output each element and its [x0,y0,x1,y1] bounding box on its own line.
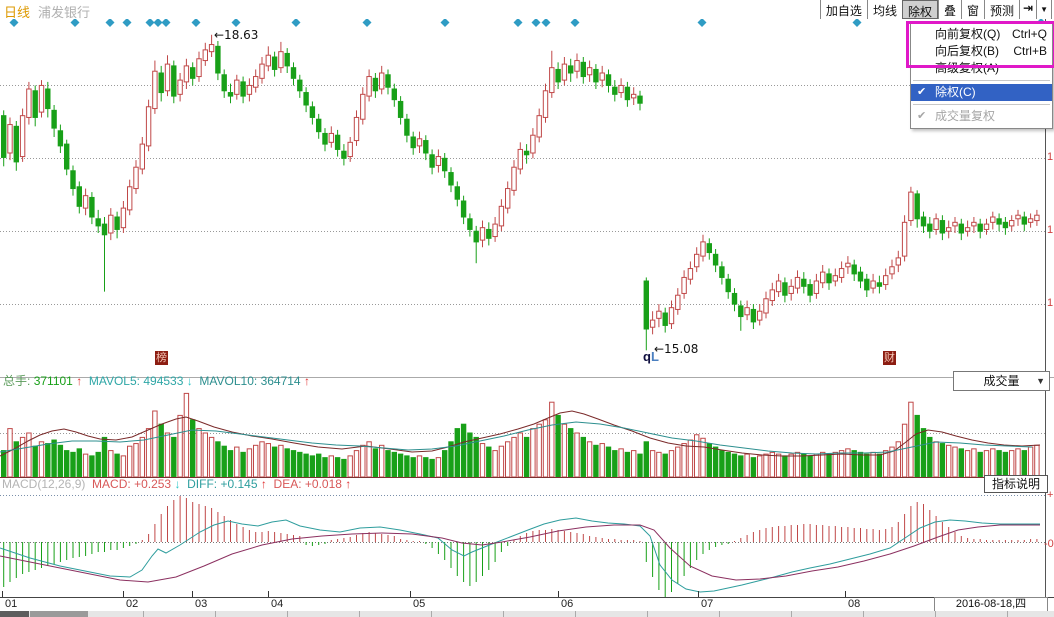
window-button[interactable]: 窗 [961,0,984,19]
chevron-down-icon: ▼ [1036,372,1045,390]
macd-value: +0.253 [134,477,171,491]
mavol5-value: 494533 [143,374,183,388]
macd-params-label: MACD(12,26,9) [2,477,85,491]
month-label-03: 03 [195,598,207,610]
top-bar: 日线 浦发银行 加自选 均线 除权 叠 窗 预测 ⇥ ▼ [0,0,1054,19]
indicator-help-button[interactable]: 指标说明 [984,475,1048,493]
menu-item-label: 成交量复权 [935,109,995,123]
month-label-07: 07 [701,598,713,610]
high-price-annotation: ←18.63 [214,28,258,42]
axis-edge-label: -0 [1044,538,1054,550]
macd-pane-header: MACD(12,26,9) MACD: +0.253 ↓ DIFF: +0.14… [2,477,351,491]
volume-bars [0,393,1045,477]
ma-line-button[interactable]: 均线 [867,0,902,19]
dea-value: +0.018 [305,477,342,491]
total-lots-value: 371101 [34,374,73,388]
pane-borders [0,18,1054,597]
time-axis: 2016-08-18,四 01 02 03 04 05 06 07 08 [0,597,1054,611]
menu-item-no-adjust[interactable]: ✔ 除权(C) [911,84,1052,101]
macd-histogram [4,496,1037,597]
stock-app-window: 日线 浦发银行 加自选 均线 除权 叠 窗 预测 ⇥ ▼ 总手: 371101 … [0,0,1054,617]
mavol10-label: MAVOL10: [199,374,257,388]
horizontal-scrollbar[interactable] [0,611,1054,617]
volume-indicator-dropdown[interactable]: 成交量 ▼ [953,371,1050,391]
down-arrow-icon: ↓ [187,374,193,388]
add-watchlist-button[interactable]: 加自选 [820,0,867,19]
menu-item-shortcut: Ctrl+Q [1012,26,1047,43]
checkmark-icon: ✔ [917,108,926,125]
month-label-04: 04 [271,598,283,610]
menu-item-volume-adjust[interactable]: ✔ 成交量复权 [911,108,1052,125]
menu-item-backward-adjust[interactable]: 向后复权(B) Ctrl+B [911,43,1052,60]
axis-edge-label: 1 [1047,151,1053,163]
month-label-06: 06 [561,598,573,610]
event-marker-财[interactable]: 财 [883,351,896,365]
axis-edge-label: 1 [1047,297,1053,309]
exright-button[interactable]: 除权 [902,0,938,19]
menu-separator [913,104,1050,105]
up-arrow-icon: ↑ [304,374,310,388]
month-label-02: 02 [126,598,138,610]
macd-label: MACD: [92,477,131,491]
diff-label: DIFF: [187,477,217,491]
volume-indicator-label: 成交量 [983,374,1019,388]
month-label-01: 01 [5,598,17,610]
scrollbar-segment [0,611,29,617]
menu-item-shortcut: Ctrl+B [1013,43,1047,60]
dea-label: DEA: [274,477,302,491]
macd-lines [0,518,1040,592]
exright-context-menu: 向前复权(Q) Ctrl+Q 向后复权(B) Ctrl+B 高级复权(A) ✔ … [910,22,1053,129]
forecast-button[interactable]: 预测 [984,0,1019,19]
chevron-down-icon[interactable]: ▼ [1036,0,1052,19]
stock-name-label: 浦发银行 [38,2,90,21]
menu-separator [913,80,1050,81]
total-lots-label: 总手: [3,374,30,388]
toolbar: 加自选 均线 除权 叠 窗 预测 ⇥ ▼ [820,0,1052,19]
menu-item-label: 除权(C) [935,85,976,99]
period-label: 日线 [4,2,30,21]
date-label: 2016-08-18,四 [934,597,1048,612]
up-arrow-icon: ↑ [76,374,82,388]
up-arrow-icon: ↑ [261,477,267,491]
up-arrow-icon: ↑ [345,477,351,491]
month-label-08: 08 [848,598,860,610]
menu-item-label: 高级复权(A) [935,61,999,75]
event-diamond-icons [10,18,1046,27]
axis-edge-label: 1 [1047,224,1053,236]
mavol5-label: MAVOL5: [89,374,140,388]
overlay-button[interactable]: 叠 [938,0,961,19]
mavol10-value: 364714 [261,374,301,388]
diff-value: +0.145 [220,477,257,491]
scrollbar-thumb[interactable] [30,611,88,617]
month-label-05: 05 [413,598,425,610]
volume-pane-header: 总手: 371101 ↑ MAVOL5: 494533 ↓ MAVOL10: 3… [3,372,310,389]
checkmark-icon: ✔ [917,84,926,101]
chart-canvas [0,0,1054,617]
menu-item-advanced-adjust[interactable]: 高级复权(A) [911,60,1052,77]
menu-item-label: 向前复权(Q) [935,27,1000,41]
menu-item-label: 向后复权(B) [935,44,999,58]
menu-item-forward-adjust[interactable]: 向前复权(Q) Ctrl+Q [911,26,1052,43]
next-stock-icon[interactable]: ⇥ [1019,0,1036,19]
ql-event-label: qL [643,349,659,364]
event-marker-榜[interactable]: 榜 [155,351,168,365]
candlestick-series [2,35,1040,351]
low-price-annotation: ←15.08 [654,342,698,356]
down-arrow-icon: ↓ [174,477,180,491]
